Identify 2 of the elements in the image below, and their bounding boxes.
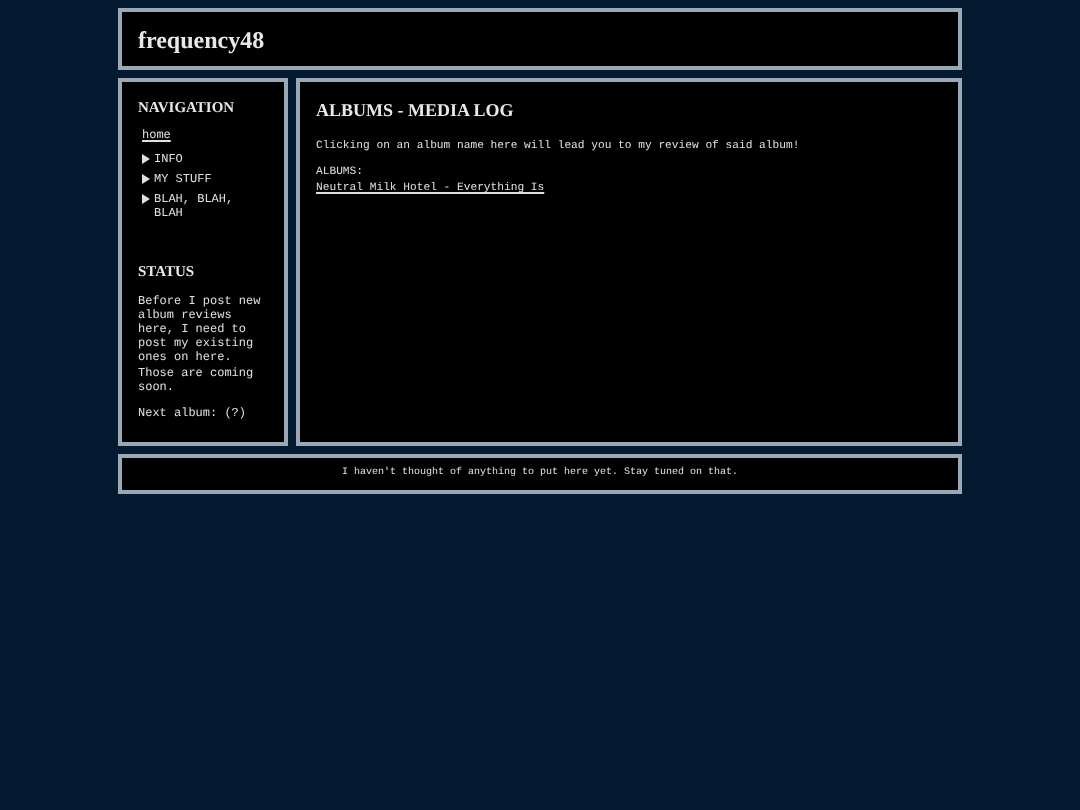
site-title: frequency48: [138, 23, 265, 57]
page-title: ALBUMS - MEDIA LOG: [316, 98, 516, 124]
